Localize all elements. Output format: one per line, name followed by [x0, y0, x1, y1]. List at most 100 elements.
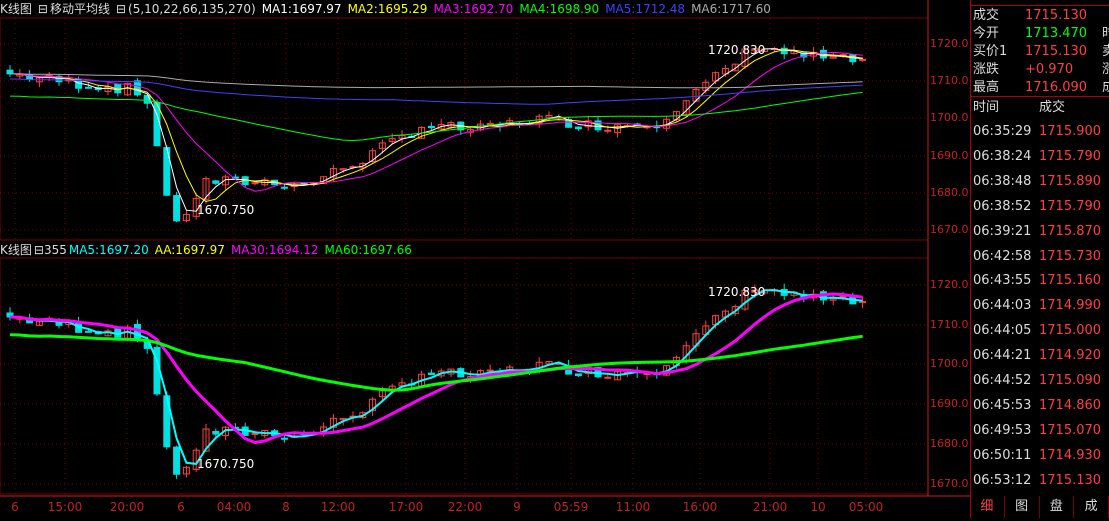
panel-tabs: 细 图 盘 成 — [970, 496, 1109, 518]
top-indicator-name[interactable]: 移动平均线 — [50, 2, 110, 16]
quote-key: 买价1 — [973, 44, 1008, 59]
x-tick: 6 — [177, 500, 185, 514]
quote-key: 最高 — [973, 80, 1000, 95]
x-tick: 8 — [282, 500, 290, 514]
tick-row[interactable]: 06:45:53 1714.860 — [973, 395, 1101, 417]
x-tick: 05:00 — [848, 500, 884, 514]
tick-time: 06:45:53 — [973, 397, 1032, 413]
tab-trades[interactable]: 成 — [1074, 496, 1109, 518]
bottom-candle-body — [84, 330, 92, 333]
quote-cut-text: 时 — [1102, 26, 1109, 41]
bottom-candle-body — [604, 376, 612, 379]
x-tick: 22:00 — [447, 500, 483, 514]
bottom-candle-body — [859, 300, 867, 303]
top-candle-body — [251, 182, 259, 185]
tick-price: 1714.860 — [1039, 397, 1102, 413]
tick-price: 1714.930 — [1039, 447, 1102, 463]
tick-row[interactable]: 06:42:58 1715.730 — [973, 246, 1101, 268]
quote-value: 1715.130 — [1025, 44, 1088, 59]
tick-price: 1715.870 — [1039, 223, 1102, 239]
collapse-icon[interactable]: ⊟ — [116, 2, 126, 16]
tick-price: 1715.900 — [1039, 124, 1102, 139]
bottom-candle-body — [574, 373, 582, 377]
quote-row-bid: 买价1 1715.130 卖 — [973, 42, 1109, 61]
x-tick: 15:00 — [47, 500, 83, 514]
bottom-candle-body — [280, 437, 288, 440]
bottom-candle-body — [839, 295, 847, 298]
tick-row[interactable]: 06:38:52 1715.790 — [973, 196, 1101, 218]
ticks-header-time: 时间 — [973, 100, 1000, 115]
quote-row-open: 今开 1713.470 时 — [973, 24, 1109, 43]
top-candle-body — [427, 125, 435, 129]
quote-value: 1716.090 — [1025, 80, 1088, 95]
quote-cut-text: 涨 — [1102, 62, 1109, 77]
x-tick: 04:00 — [216, 500, 252, 514]
tab-chart[interactable]: 图 — [1005, 496, 1040, 518]
quote-value: 1713.470 — [1025, 26, 1088, 41]
x-tick: 05:59 — [553, 500, 589, 514]
tick-time: 06:43:55 — [973, 273, 1032, 289]
x-tick: 16:00 — [682, 500, 718, 514]
tab-depth[interactable]: 盘 — [1040, 496, 1075, 518]
tick-time: 06:44:21 — [973, 348, 1032, 364]
tick-time: 06:39:21 — [973, 223, 1032, 239]
bma5-label: MA5:1697.20 — [68, 243, 149, 257]
quote-value: +0.970 — [1025, 62, 1074, 77]
bottom-chart-title[interactable]: K线图 — [0, 243, 32, 257]
x-tick: 21:00 — [752, 500, 788, 514]
tick-row[interactable]: 06:44:05 1715.000 — [973, 320, 1101, 342]
tick-row[interactable]: 06:39:21 1715.870 — [973, 221, 1101, 243]
ma5-label: MA5:1712.48 — [605, 2, 686, 16]
tick-row[interactable]: 06:50:11 1714.930 — [973, 445, 1101, 467]
quote-panel: 成交 1715.130 今开 1713.470 时 买价1 1715.130 卖 涨跌 +0… — [970, 0, 1109, 518]
tick-row[interactable]: 06:43:55 1715.160 — [973, 270, 1101, 292]
tick-price: 1715.070 — [1039, 422, 1102, 438]
quote-row-high: 最高 1716.090 成 — [973, 78, 1109, 97]
top-candle-body — [133, 80, 141, 96]
top-y-tick: 1700.0 — [930, 111, 969, 124]
quote-cut-text: 卖 — [1102, 44, 1109, 59]
tick-row[interactable]: 06:44:21 1714.920 — [973, 345, 1101, 367]
top-candle-body — [212, 180, 220, 184]
tick-price: 1715.000 — [1039, 323, 1102, 339]
bottom-ma-line — [9, 292, 863, 445]
tick-row[interactable]: 06:38:24 1715.790 — [973, 146, 1101, 168]
tick-row[interactable]: 06:38:48 1715.890 — [973, 171, 1101, 193]
top-candle-body — [280, 186, 288, 189]
tick-time: 06:50:11 — [973, 447, 1032, 463]
ma6-label: MA6:1717.60 — [691, 2, 771, 16]
tick-time: 06:53:12 — [973, 472, 1032, 488]
tick-price: 1715.090 — [1039, 373, 1102, 388]
quote-key: 涨跌 — [973, 62, 1000, 77]
bottom-candle-body — [212, 431, 220, 435]
tick-price: 1715.730 — [1039, 248, 1102, 264]
top-candle-body — [574, 126, 582, 130]
top-indicator-params: (5,10,22,66,135,270) — [128, 2, 256, 16]
tick-row[interactable]: 06:35:29 1715.900 — [973, 121, 1101, 143]
ma4-label: MA4:1698.90 — [519, 2, 600, 16]
tick-row[interactable]: 06:44:03 1714.990 — [973, 295, 1101, 317]
bottom-y-tick: 1670.0 — [930, 477, 969, 490]
bottom-candle-body — [486, 369, 494, 372]
quote-row-change: 涨跌 +0.970 涨 — [973, 60, 1109, 79]
top-chart-title[interactable]: K线图 — [0, 2, 32, 16]
kline-charts[interactable] — [0, 0, 970, 518]
tick-price: 1714.990 — [1039, 298, 1102, 314]
tick-price: 1715.160 — [1039, 273, 1102, 289]
tick-row[interactable]: 06:49:53 1715.070 — [973, 420, 1101, 442]
collapse-icon[interactable]: ⊟ — [38, 2, 48, 16]
tick-row[interactable]: 06:44:52 1715.090 — [973, 370, 1101, 392]
top-ma-line — [9, 51, 863, 192]
collapse-icon[interactable]: ⊟ — [34, 243, 44, 257]
tab-detail[interactable]: 细 — [970, 496, 1005, 518]
ticks-header: 时间 成交 — [973, 97, 1065, 119]
chart-area[interactable] — [0, 0, 970, 518]
top-y-tick: 1710.0 — [930, 74, 969, 87]
tick-row[interactable]: 06:53:12 1715.130 — [973, 470, 1101, 492]
top-ma-line — [9, 48, 863, 212]
tick-time: 06:49:53 — [973, 422, 1032, 438]
tick-time: 06:44:03 — [973, 298, 1032, 314]
bottom-indicator-name[interactable]: 355 — [44, 243, 67, 257]
top-ma-line — [9, 91, 863, 142]
x-tick: 10 — [810, 500, 826, 514]
